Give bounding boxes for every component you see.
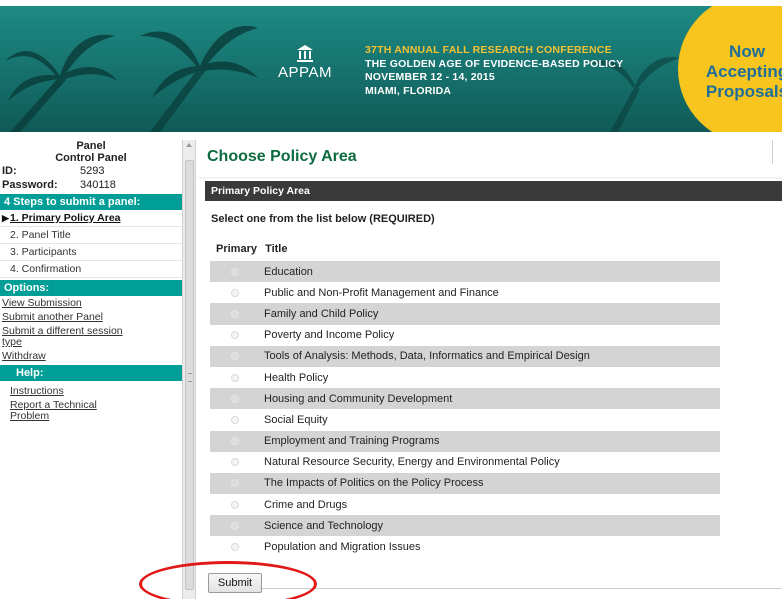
list-item[interactable]: Social Equity — [210, 409, 720, 430]
list-item[interactable]: Public and Non-Profit Management and Fin… — [210, 282, 720, 303]
submit-another-panel-link[interactable]: Submit another Panel — [0, 310, 182, 324]
column-header-title: Title — [265, 243, 288, 255]
id-label: ID: — [2, 165, 17, 177]
list-item[interactable]: Tools of Analysis: Methods, Data, Inform… — [210, 345, 720, 367]
highlight-ellipse-annotation — [139, 561, 317, 599]
control-panel-sidebar: Panel Control Panel ID: 5293 Password: 3… — [0, 140, 182, 423]
policy-area-radio[interactable] — [231, 543, 239, 552]
options-header: Options: — [0, 280, 182, 296]
view-submission-link[interactable]: View Submission — [0, 296, 182, 310]
policy-area-radio[interactable] — [231, 437, 239, 446]
list-item[interactable]: Health Policy — [210, 367, 720, 388]
policy-area-radio[interactable] — [231, 352, 239, 361]
conference-location: MIAMI, FLORIDA — [365, 84, 452, 97]
scrollbar-thumb[interactable] — [185, 160, 194, 590]
sidebar-step-primary-policy-area[interactable]: ▶1. Primary Policy Area — [0, 210, 182, 227]
sidebar-heading: Panel Control Panel — [55, 140, 127, 164]
column-header-primary: Primary — [216, 243, 257, 255]
sidebar-step-confirmation: 4. Confirmation — [0, 261, 182, 278]
conference-title: 37TH ANNUAL FALL RESEARCH CONFERENCE — [365, 44, 612, 56]
password-value: 340118 — [80, 179, 116, 191]
report-technical-problem-link[interactable]: Report a Technical Problem — [0, 398, 140, 423]
scroll-grip-icon — [188, 373, 192, 382]
list-item[interactable]: Employment and Training Programs — [210, 430, 720, 452]
id-row: ID: 5293 — [0, 164, 182, 178]
list-item[interactable]: Housing and Community Development — [210, 388, 720, 410]
page-title: Choose Policy Area — [207, 148, 357, 165]
column-headers: Primary Title — [216, 243, 287, 255]
password-label: Password: — [2, 179, 58, 191]
policy-area-radio[interactable] — [231, 521, 239, 530]
logo-text: APPAM — [278, 64, 332, 81]
policy-area-radio[interactable] — [231, 415, 239, 424]
withdraw-link[interactable]: Withdraw — [0, 349, 182, 363]
sidebar-step-panel-title: 2. Panel Title — [0, 227, 182, 244]
appam-logo: APPAM — [270, 44, 340, 81]
list-item[interactable]: Education — [210, 261, 720, 283]
section-header: Primary Policy Area — [205, 181, 782, 201]
divider — [772, 140, 773, 164]
current-step-arrow-icon: ▶ — [2, 213, 9, 223]
id-value: 5293 — [80, 165, 105, 177]
policy-area-radio[interactable] — [231, 309, 239, 318]
policy-area-radio[interactable] — [231, 479, 239, 488]
list-item[interactable]: Poverty and Income Policy — [210, 325, 720, 346]
policy-area-list: Education Public and Non-Profit Manageme… — [210, 261, 720, 558]
policy-area-radio[interactable] — [231, 288, 239, 297]
steps-header: 4 Steps to submit a panel: — [0, 194, 182, 210]
list-item[interactable]: Natural Resource Security, Energy and En… — [210, 452, 720, 473]
list-item[interactable]: Science and Technology — [210, 515, 720, 537]
policy-area-radio[interactable] — [231, 500, 239, 509]
conference-theme: THE GOLDEN AGE OF EVIDENCE-BASED POLICY — [365, 57, 624, 70]
list-item[interactable]: Crime and Drugs — [210, 494, 720, 515]
password-row: Password: 340118 — [0, 178, 182, 192]
policy-area-radio[interactable] — [231, 394, 239, 403]
policy-area-radio[interactable] — [231, 267, 239, 276]
policy-area-radio[interactable] — [231, 373, 239, 382]
instructions-link[interactable]: Instructions — [0, 384, 182, 398]
divider — [198, 177, 782, 179]
list-item[interactable]: The Impacts of Politics on the Policy Pr… — [210, 472, 720, 495]
sidebar-scrollbar[interactable] — [182, 140, 196, 599]
institution-columns-icon — [297, 45, 313, 62]
list-item[interactable]: Population and Migration Issues — [210, 536, 720, 557]
badge-text: Now Accepting Proposals — [705, 42, 782, 101]
submit-different-session-type-link[interactable]: Submit a different session type — [0, 324, 130, 349]
help-header: Help: — [0, 365, 182, 381]
palm-tree-left-image — [5, 25, 258, 132]
sidebar-step-participants: 3. Participants — [0, 244, 182, 261]
list-item[interactable]: Family and Child Policy — [210, 303, 720, 325]
scroll-up-arrow-icon[interactable] — [186, 143, 192, 147]
conference-banner: APPAM 37TH ANNUAL FALL RESEARCH CONFEREN… — [0, 6, 782, 132]
conference-dates: NOVEMBER 12 - 14, 2015 — [365, 71, 495, 83]
instruction-text: Select one from the list below (REQUIRED… — [211, 213, 435, 225]
policy-area-radio[interactable] — [231, 331, 239, 340]
divider — [262, 588, 782, 589]
conference-info: 37TH ANNUAL FALL RESEARCH CONFERENCE THE… — [365, 44, 685, 98]
policy-area-radio[interactable] — [231, 458, 239, 467]
